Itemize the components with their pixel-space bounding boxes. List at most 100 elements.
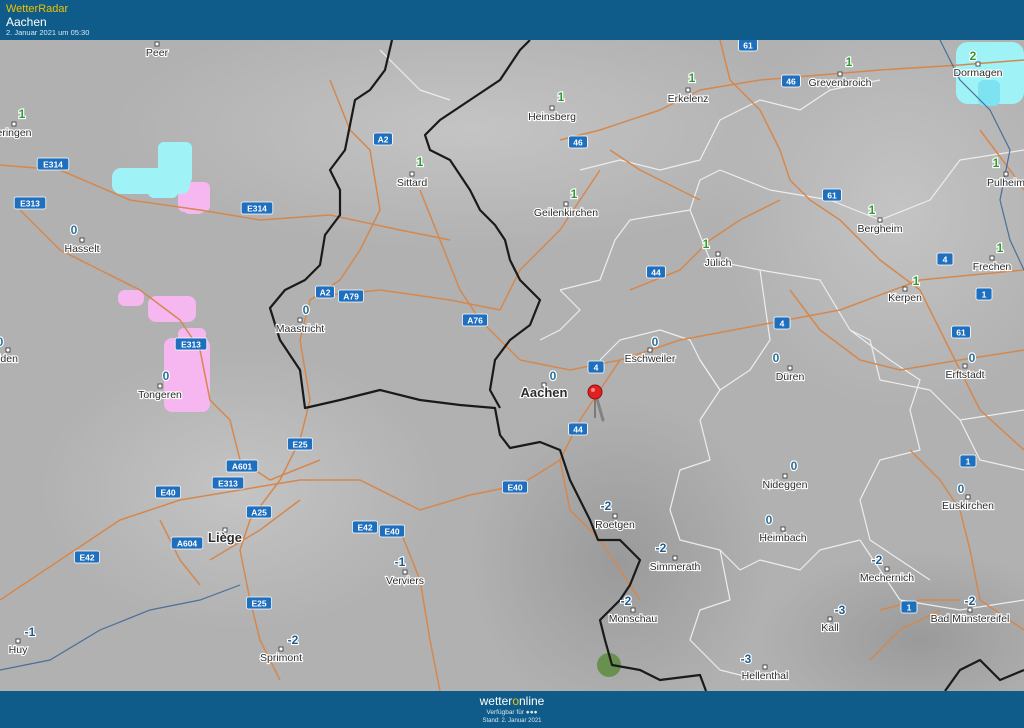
temperature-value: -2	[621, 594, 632, 608]
road-shield: 4	[587, 360, 605, 374]
city-dot	[549, 105, 555, 111]
city-dot	[15, 638, 21, 644]
road-number: E25	[251, 599, 266, 609]
city-name: Sprimont	[260, 652, 302, 664]
temperature-value: 0	[163, 369, 170, 383]
road-shield: E42	[74, 550, 101, 564]
road-shield: E314	[36, 157, 70, 171]
road-shield: E40	[154, 485, 181, 499]
city-name: Peer	[146, 47, 169, 59]
city-name: Liège	[208, 530, 242, 545]
temperature-value: 1	[846, 55, 853, 69]
city-dot	[5, 347, 11, 353]
temperature-value: 2	[970, 49, 977, 63]
temperature-value: 0	[791, 459, 798, 473]
city-dot	[715, 251, 721, 257]
city-name: Nideggen	[763, 479, 808, 491]
road-shield: 46	[781, 74, 801, 88]
city-name: Mechernich	[860, 572, 914, 584]
road-shield: A2	[373, 132, 393, 146]
city-name: Huy	[9, 644, 28, 656]
city-name: Bergheim	[858, 223, 903, 235]
road-shield: 61	[951, 325, 971, 339]
road-number: A601	[232, 462, 253, 472]
road-number: 44	[573, 425, 583, 435]
temperature-value: -1	[25, 625, 36, 639]
brand-logo[interactable]: wetteronline	[0, 694, 1024, 708]
radar-timestamp: 2. Januar 2021 um 05:30	[6, 28, 90, 37]
road-shield: E25	[286, 437, 313, 451]
temperature-value: -2	[601, 499, 612, 513]
city-name: Euskirchen	[942, 500, 994, 512]
city-name: Simmerath	[650, 561, 701, 573]
city-name: iden	[0, 353, 18, 365]
road-shield: E42	[351, 520, 378, 534]
city-dot	[612, 513, 618, 519]
city-name: Düren	[776, 371, 805, 383]
road-number: E314	[247, 204, 267, 214]
city-dot	[877, 217, 883, 223]
city-dot	[837, 71, 843, 77]
temperature-value: 1	[19, 107, 26, 121]
city-dot	[647, 347, 653, 353]
city-dot	[1003, 171, 1009, 177]
map-canvas[interactable]: E314 E313 E314 A2 A2 A79 A76 E313 E25 A601 E313 E40…	[0, 40, 1024, 691]
temperature-value: 0	[766, 513, 773, 527]
city-name: Sittard	[397, 177, 428, 189]
road-shield: 61	[822, 188, 842, 202]
city-name: Monschau	[609, 613, 658, 625]
road-number: 61	[743, 41, 753, 51]
city-dot	[563, 201, 569, 207]
road-number: E40	[384, 527, 399, 537]
temperature-value: 1	[997, 241, 1004, 255]
city-name: Bad Münstereifel	[931, 613, 1010, 625]
city-dot	[11, 121, 17, 127]
city-dot	[787, 365, 793, 371]
temperature-value: -3	[741, 652, 752, 666]
road-shield: 1	[959, 454, 977, 468]
city-name: Jülich	[705, 257, 732, 269]
brand-logo-o: o	[512, 694, 519, 708]
temperature-value: 0	[550, 369, 557, 383]
city-dot	[902, 286, 908, 292]
temperature-value: -2	[965, 594, 976, 608]
city-dot	[409, 171, 415, 177]
road-shield: 1	[900, 600, 918, 614]
road-number: 4	[943, 255, 948, 265]
road-shield: E313	[13, 196, 47, 210]
city-name: Erkelenz	[668, 93, 709, 105]
road-shield: E40	[378, 524, 405, 538]
temperature-value: 1	[689, 71, 696, 85]
app-title: WetterRadar	[6, 3, 69, 15]
road-shield: 1	[975, 287, 993, 301]
availability-text: Verfügbar für ●●●	[486, 709, 538, 716]
road-number: E40	[507, 483, 522, 493]
city-name: Roetgen	[595, 519, 635, 531]
city-name: Heinsberg	[528, 111, 576, 123]
city-dot	[762, 664, 768, 670]
brand-logo-part: nline	[519, 694, 545, 708]
city-label: Liège	[207, 527, 243, 546]
city-dot	[975, 61, 981, 67]
city-dot	[297, 317, 303, 323]
temperature-value: -2	[656, 541, 667, 555]
road-shield: A25	[245, 505, 272, 519]
city-dot	[782, 473, 788, 479]
radar-map[interactable]: E314 E313 E314 A2 A2 A79 A76 E313 E25 A601 E313 E40…	[0, 40, 1024, 691]
city-name: eringen	[0, 127, 32, 139]
road-number: A76	[467, 316, 483, 326]
road-number: 1	[907, 603, 912, 613]
road-number: A79	[343, 292, 359, 302]
road-shield: E40	[501, 480, 528, 494]
road-shield: 46	[568, 135, 588, 149]
road-shield: A79	[337, 289, 364, 303]
road-number: A25	[251, 508, 267, 518]
road-number: 1	[966, 457, 971, 467]
city-name: Dormagen	[953, 67, 1002, 79]
temperature-value: 1	[869, 203, 876, 217]
temperature-value: 0	[71, 223, 78, 237]
temperature-value: -2	[288, 633, 299, 647]
brand-logo-part: wetter	[479, 694, 513, 708]
road-number: 61	[827, 191, 837, 201]
city-dot	[989, 255, 995, 261]
